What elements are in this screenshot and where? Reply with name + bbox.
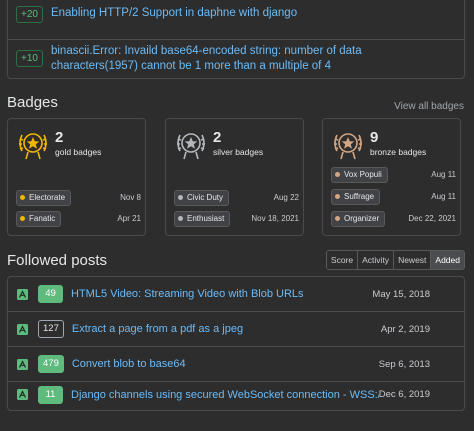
silver-medal-icon: [177, 133, 205, 160]
answer-icon: [17, 358, 28, 370]
sort-tabs: Score Activity Newest Added: [325, 250, 465, 270]
badge-name: Suffrage: [344, 192, 375, 201]
post-score: 127: [38, 320, 64, 338]
badge-type-label: silver badges: [213, 147, 264, 157]
vote-count: +10: [16, 50, 43, 67]
badge-row: Fanatic Apr 21: [16, 210, 141, 227]
badge-type-label: gold badges: [55, 147, 102, 157]
badge-name: Enthusiast: [187, 214, 225, 223]
gold-badges-card: 2 gold badges Electorate Nov 8 Fanatic A…: [7, 118, 146, 236]
badge-row: Electorate Nov 8: [16, 189, 141, 206]
post-date: May 15, 2018: [372, 288, 430, 300]
tab-newest[interactable]: Newest: [394, 251, 432, 269]
badge-count: 2: [55, 129, 64, 146]
badge-row: Suffrage Aug 11: [331, 188, 456, 205]
badge-date: Aug 22: [273, 193, 299, 202]
badge-pill[interactable]: Fanatic: [16, 210, 62, 227]
post-link[interactable]: HTML5 Video: Streaming Video with Blob U…: [71, 288, 372, 300]
post-score: 479: [38, 355, 64, 373]
badge-name: Civic Duty: [187, 193, 224, 202]
tab-added[interactable]: Added: [431, 251, 464, 269]
bronze-dot-icon: [335, 194, 340, 199]
badge-type-label: bronze badges: [370, 147, 427, 157]
bronze-badges-card: 9 bronze badges Vox Populi Aug 11 Suffra…: [322, 118, 461, 236]
badge-row: Civic Duty Aug 22: [174, 189, 299, 206]
badge-name: Electorate: [29, 193, 66, 202]
badge-pill[interactable]: Civic Duty: [174, 189, 230, 206]
post-link[interactable]: Django channels using secured WebSocket …: [71, 389, 379, 401]
post-score: 49: [38, 285, 63, 303]
followed-posts-heading: Followed posts: [7, 252, 108, 269]
answer-icon: [17, 288, 28, 300]
badge-row: Vox Populi Aug 11: [331, 166, 456, 183]
silver-dot-icon: [178, 216, 183, 221]
vote-count: +20: [16, 6, 43, 23]
answer-icon: [17, 323, 28, 335]
gold-medal-icon: [19, 133, 47, 160]
badge-date: Nov 8: [120, 193, 141, 202]
answer-icon: [17, 389, 28, 400]
badge-date: Apr 21: [117, 214, 141, 223]
post-link[interactable]: Extract a page from a pdf as a jpeg: [72, 323, 381, 335]
badge-date: Nov 18, 2021: [251, 214, 299, 223]
badge-date: Aug 11: [431, 170, 456, 179]
followed-posts-list: 49 HTML5 Video: Streaming Video with Blo…: [7, 276, 465, 411]
post-link[interactable]: Convert blob to base64: [72, 358, 379, 370]
tab-activity[interactable]: Activity: [358, 251, 395, 269]
badge-name: Fanatic: [29, 214, 56, 223]
list-item: +20 Enabling HTTP/2 Support in daphne wi…: [8, 6, 464, 23]
list-item: 127 Extract a page from a pdf as a jpeg …: [8, 312, 464, 347]
badge-pill[interactable]: Enthusiast: [174, 210, 231, 227]
badge-date: Dec 22, 2021: [408, 214, 456, 223]
top-posts-list: +20 Enabling HTTP/2 Support in daphne wi…: [7, 0, 465, 79]
badge-name: Vox Populi: [344, 170, 382, 179]
post-date: Apr 2, 2019: [380, 323, 430, 335]
gold-dot-icon: [20, 195, 25, 200]
list-item: 49 HTML5 Video: Streaming Video with Blo…: [8, 277, 464, 312]
bronze-dot-icon: [335, 172, 340, 177]
list-item: +10 binascii.Error: Invaild base64-encod…: [8, 39, 464, 74]
badges-heading: Badges: [7, 94, 58, 111]
badge-name: Organizer: [344, 214, 380, 223]
badge-pill[interactable]: Vox Populi: [331, 166, 388, 183]
badge-row: Enthusiast Nov 18, 2021: [174, 210, 299, 227]
post-date: Sep 6, 2013: [378, 358, 430, 370]
silver-dot-icon: [178, 195, 183, 200]
badge-pill[interactable]: Organizer: [331, 210, 386, 227]
badge-pill[interactable]: Electorate: [16, 189, 72, 206]
badge-count: 2: [213, 129, 222, 146]
badge-count: 9: [370, 129, 379, 146]
tab-score[interactable]: Score: [326, 251, 359, 269]
badge-date: Aug 11: [431, 192, 456, 201]
badge-pill[interactable]: Suffrage: [331, 188, 381, 205]
bronze-dot-icon: [335, 216, 340, 221]
badge-row: Organizer Dec 22, 2021: [331, 210, 456, 227]
bronze-medal-icon: [334, 133, 362, 160]
view-all-badges-link[interactable]: View all badges: [394, 101, 464, 112]
post-link[interactable]: binascii.Error: Invaild base64-encoded s…: [51, 44, 451, 74]
list-item: 11 Django channels using secured WebSock…: [8, 377, 464, 412]
post-date: Dec 6, 2019: [378, 389, 430, 400]
post-score: 11: [38, 385, 63, 404]
silver-badges-card: 2 silver badges Civic Duty Aug 22 Enthus…: [165, 118, 304, 236]
gold-dot-icon: [20, 216, 25, 221]
post-link[interactable]: Enabling HTTP/2 Support in daphne with d…: [51, 6, 451, 21]
